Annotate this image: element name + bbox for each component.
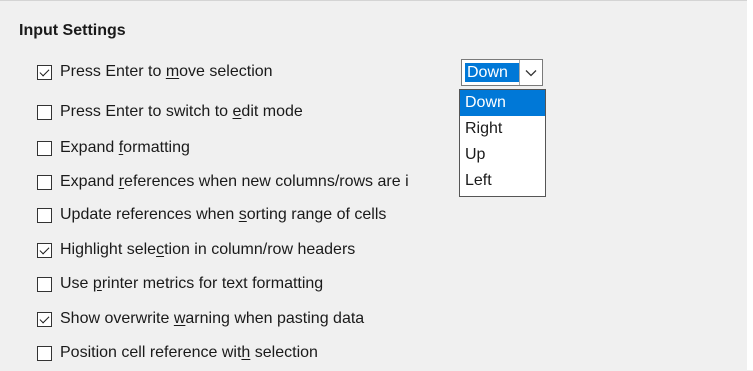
option-label: Expand formatting [60, 139, 190, 156]
checkbox[interactable] [37, 345, 52, 361]
option-label: Position cell reference with selection [60, 344, 318, 361]
direction-select-value: Down [465, 63, 519, 82]
checkbox[interactable] [37, 311, 52, 327]
checkbox[interactable] [37, 242, 52, 258]
dropdown-button[interactable] [519, 60, 542, 85]
option-update-references-sorting[interactable]: Update references when sorting range of … [37, 204, 386, 226]
checkbox[interactable] [37, 207, 52, 223]
option-printer-metrics[interactable]: Use printer metrics for text formatting [37, 273, 323, 295]
chevron-down-icon [525, 69, 537, 76]
direction-dropdown-list: Down Right Up Left [459, 89, 546, 197]
option-expand-formatting[interactable]: Expand formatting [37, 137, 190, 159]
section-title: Input Settings [19, 22, 126, 39]
window-edge [747, 0, 753, 370]
direction-select[interactable]: Down [461, 59, 543, 86]
checkbox[interactable] [37, 64, 52, 80]
option-label: Use printer metrics for text formatting [60, 275, 324, 292]
option-label: Press Enter to move selection [60, 63, 273, 80]
option-overwrite-warning[interactable]: Show overwrite warning when pasting data [37, 308, 364, 330]
checkbox[interactable] [37, 174, 52, 190]
input-settings-panel: Input Settings Press Enter to move selec… [0, 0, 753, 371]
option-label: Highlight selection in column/row header… [60, 241, 356, 258]
dropdown-option-right[interactable]: Right [460, 116, 545, 142]
option-label: Show overwrite warning when pasting data [60, 310, 365, 327]
option-expand-references[interactable]: Expand references when new columns/rows … [37, 171, 409, 193]
option-label: Expand references when new columns/rows … [60, 173, 409, 190]
option-press-enter-edit-mode[interactable]: Press Enter to switch to edit mode [37, 101, 303, 123]
checkbox[interactable] [37, 104, 52, 120]
dropdown-option-down[interactable]: Down [460, 90, 545, 116]
dropdown-option-up[interactable]: Up [460, 142, 545, 168]
option-position-cell-reference[interactable]: Position cell reference with selection [37, 342, 318, 364]
dropdown-option-left[interactable]: Left [460, 168, 545, 194]
option-press-enter-move-selection[interactable]: Press Enter to move selection [37, 61, 273, 83]
option-label: Press Enter to switch to edit mode [60, 103, 303, 120]
option-label: Update references when sorting range of … [60, 206, 387, 223]
checkbox[interactable] [37, 276, 52, 292]
checkbox[interactable] [37, 140, 52, 156]
option-highlight-selection-headers[interactable]: Highlight selection in column/row header… [37, 239, 355, 261]
